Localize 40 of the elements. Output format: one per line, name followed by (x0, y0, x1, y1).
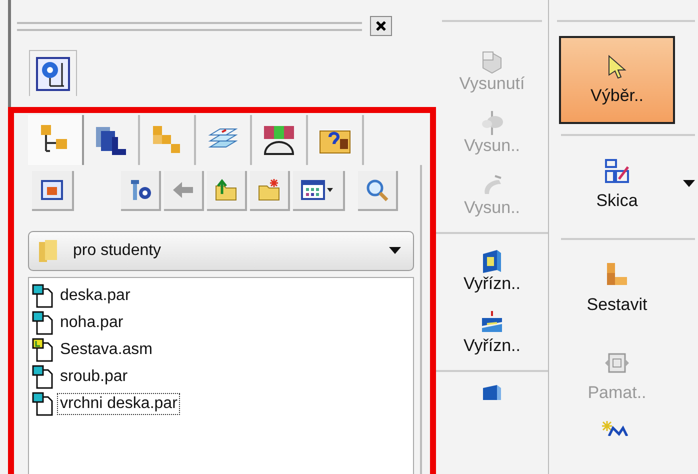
part-file-icon (32, 310, 54, 334)
search-icon (365, 178, 389, 202)
panel-tab[interactable] (28, 115, 84, 165)
close-button[interactable] (370, 16, 392, 36)
assembly-file-icon (32, 338, 54, 362)
up-folder-button[interactable] (207, 171, 247, 211)
command-button[interactable]: Vyřízn.. (464, 302, 520, 364)
file-item[interactable]: Sestava.asm (57, 338, 156, 360)
folder-dropdown[interactable]: pro studenty (28, 231, 414, 271)
window-icon (41, 179, 63, 201)
part-file-icon (32, 392, 54, 416)
tool-button[interactable]: Výběr.. (559, 36, 675, 124)
spark-icon (601, 420, 631, 436)
part-file-icon (32, 284, 54, 308)
tool-button[interactable]: Sestavit (559, 244, 675, 332)
grid-view-icon (301, 179, 335, 201)
screw-icon (128, 178, 152, 202)
folder-up-icon (214, 178, 238, 202)
pointer-icon (606, 54, 628, 80)
file-item[interactable]: noha.par (57, 312, 126, 334)
gauge-icon (262, 123, 296, 157)
dropdown-caret-icon[interactable] (683, 180, 695, 188)
search-button[interactable] (358, 171, 398, 211)
sketch-icon (603, 157, 631, 185)
view-button[interactable] (293, 171, 345, 211)
tools-button[interactable] (121, 171, 161, 211)
file-item[interactable]: sroub.par (57, 366, 131, 388)
close-icon (374, 19, 388, 33)
part-file-icon (32, 364, 54, 388)
settings-tab[interactable] (29, 50, 77, 96)
new-folder-icon (257, 178, 281, 202)
tool-button[interactable]: Skica (559, 140, 675, 228)
command-button[interactable]: Vyřízn.. (464, 240, 520, 302)
panel-grip[interactable] (17, 22, 362, 30)
new-folder-button[interactable] (250, 171, 290, 211)
file-item[interactable]: vrchni deska.par (57, 392, 180, 414)
file-item[interactable]: deska.par (57, 284, 134, 306)
caret-icon (389, 247, 401, 255)
window-button[interactable] (32, 171, 74, 211)
folder-icon (37, 238, 59, 264)
